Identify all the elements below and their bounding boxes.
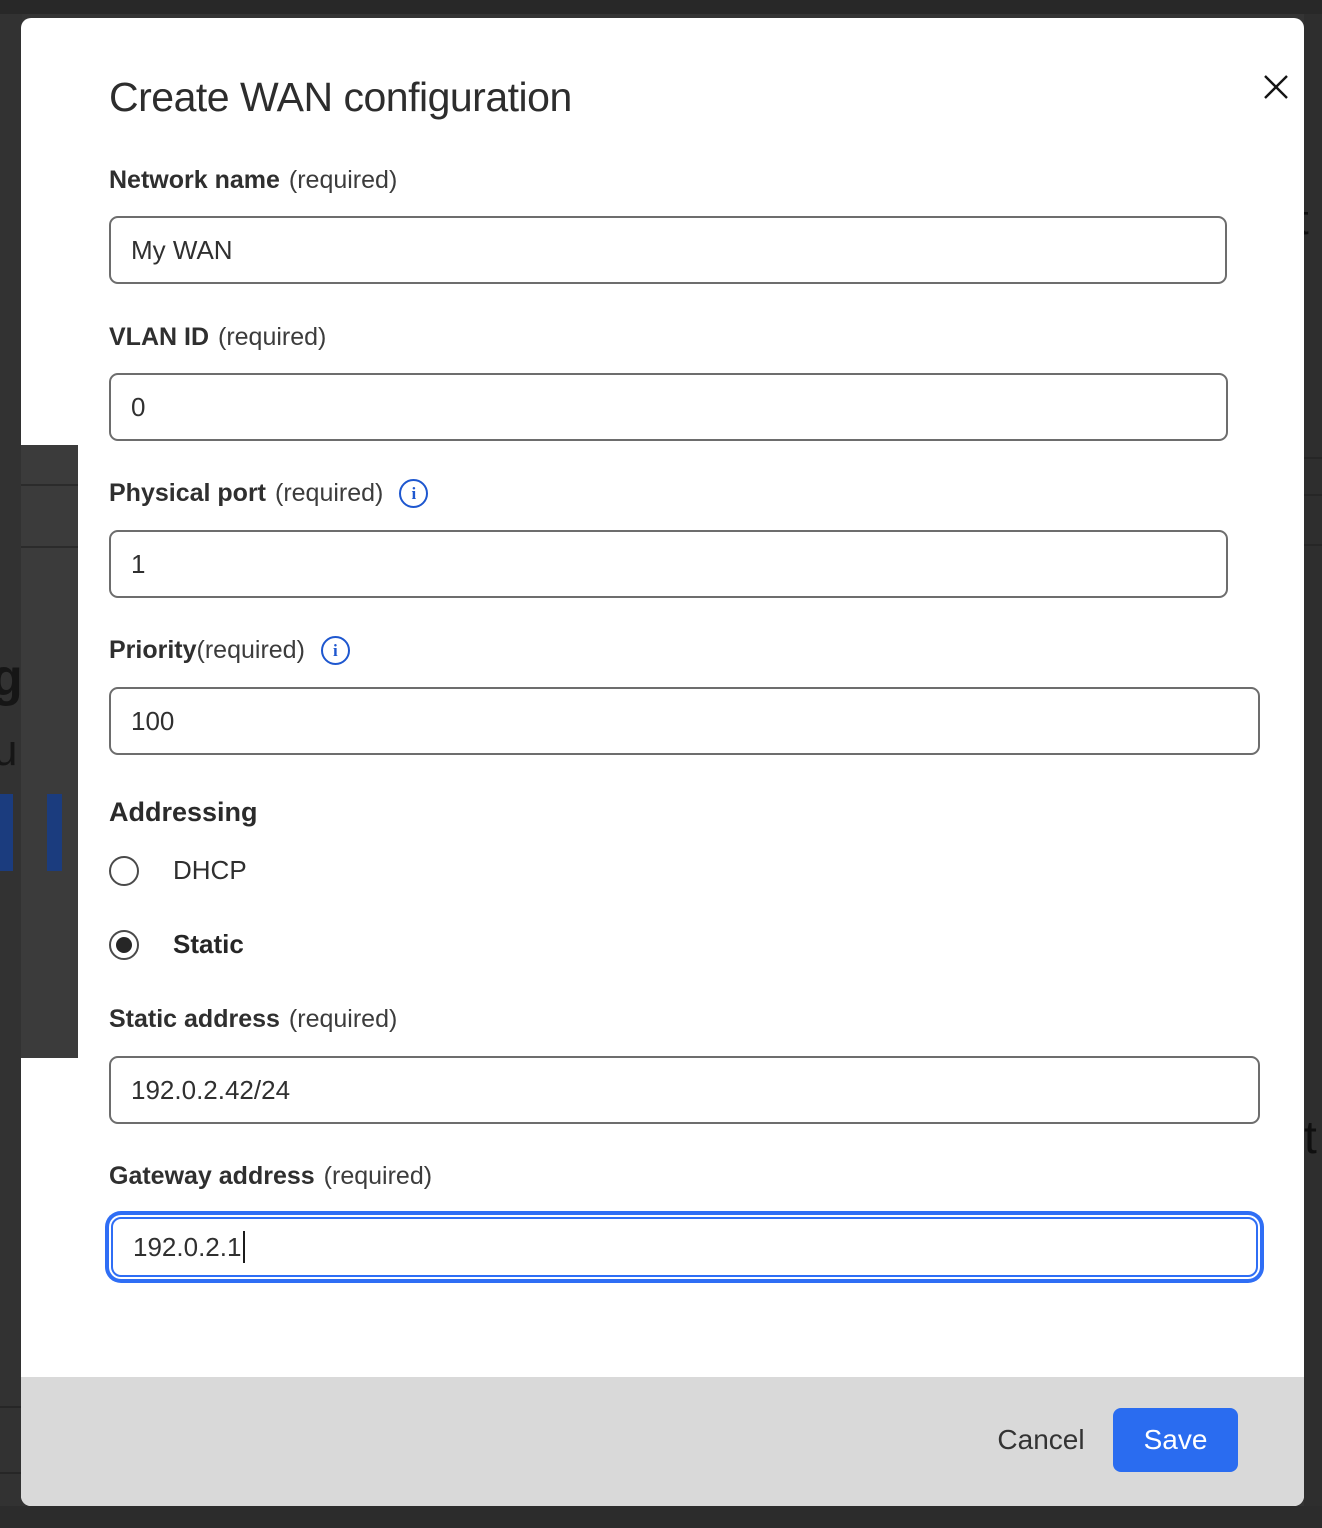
priority-value: 100 bbox=[131, 706, 174, 737]
dimmed-primary-button-fragment bbox=[0, 794, 13, 871]
vlan-id-value: 0 bbox=[131, 392, 145, 423]
dimmed-page-column bbox=[21, 445, 78, 1058]
static-address-label: Static address (required) bbox=[109, 1005, 397, 1034]
cancel-button[interactable]: Cancel bbox=[951, 1407, 1131, 1473]
addressing-heading: Addressing bbox=[109, 797, 258, 828]
radio-unselected-icon[interactable] bbox=[109, 856, 139, 886]
gateway-address-value: 192.0.2.1 bbox=[133, 1232, 241, 1263]
static-radio-label[interactable]: Static bbox=[173, 929, 244, 960]
save-button[interactable]: Save bbox=[1113, 1408, 1238, 1472]
info-icon[interactable]: i bbox=[399, 479, 428, 508]
dimmed-table-line bbox=[21, 484, 78, 486]
close-x-glyph bbox=[1260, 71, 1292, 103]
network-name-label: Network name (required) bbox=[109, 166, 397, 195]
dimmed-partial-text: t bbox=[1304, 1110, 1317, 1164]
physical-port-input[interactable]: 1 bbox=[109, 530, 1228, 598]
physical-port-label: Physical port (required) i bbox=[109, 479, 428, 508]
dimmed-table-line bbox=[0, 1406, 23, 1408]
dimmed-primary-button-fragment bbox=[47, 794, 62, 871]
radio-selected-icon[interactable] bbox=[109, 930, 139, 960]
radio-dot bbox=[116, 937, 132, 953]
dimmed-table-line bbox=[1304, 457, 1322, 459]
gateway-address-input[interactable]: 192.0.2.1 bbox=[111, 1217, 1258, 1277]
dimmed-page-bottom-strip bbox=[0, 1506, 1322, 1528]
dhcp-radio-label[interactable]: DHCP bbox=[173, 855, 247, 886]
dimmed-partial-text: g bbox=[0, 648, 23, 708]
dimmed-page-top-strip bbox=[0, 0, 1322, 14]
close-icon[interactable] bbox=[1255, 66, 1297, 108]
dimmed-table-line bbox=[1304, 494, 1322, 496]
addressing-option-static[interactable]: Static bbox=[109, 929, 244, 960]
network-name-input[interactable]: My WAN bbox=[109, 216, 1227, 284]
dimmed-table-line bbox=[21, 546, 78, 548]
physical-port-value: 1 bbox=[131, 549, 145, 580]
dialog-title: Create WAN configuration bbox=[109, 74, 572, 121]
static-address-value: 192.0.2.42/24 bbox=[131, 1075, 290, 1106]
addressing-option-dhcp[interactable]: DHCP bbox=[109, 855, 247, 886]
priority-label: Priority (required) i bbox=[109, 636, 350, 665]
dimmed-table-line bbox=[0, 1472, 23, 1474]
create-wan-configuration-dialog: Create WAN configuration Network name (r… bbox=[21, 18, 1304, 1506]
vlan-id-label: VLAN ID (required) bbox=[109, 323, 326, 352]
dimmed-table-line bbox=[1304, 544, 1322, 546]
vlan-id-input[interactable]: 0 bbox=[109, 373, 1228, 441]
dialog-footer: Cancel Save bbox=[21, 1377, 1304, 1506]
network-name-value: My WAN bbox=[131, 235, 233, 266]
dimmed-partial-text: u bbox=[0, 726, 17, 776]
gateway-address-label: Gateway address (required) bbox=[109, 1162, 432, 1191]
info-icon[interactable]: i bbox=[321, 636, 350, 665]
priority-input[interactable]: 100 bbox=[109, 687, 1260, 755]
static-address-input[interactable]: 192.0.2.42/24 bbox=[109, 1056, 1260, 1124]
text-cursor bbox=[243, 1231, 245, 1263]
